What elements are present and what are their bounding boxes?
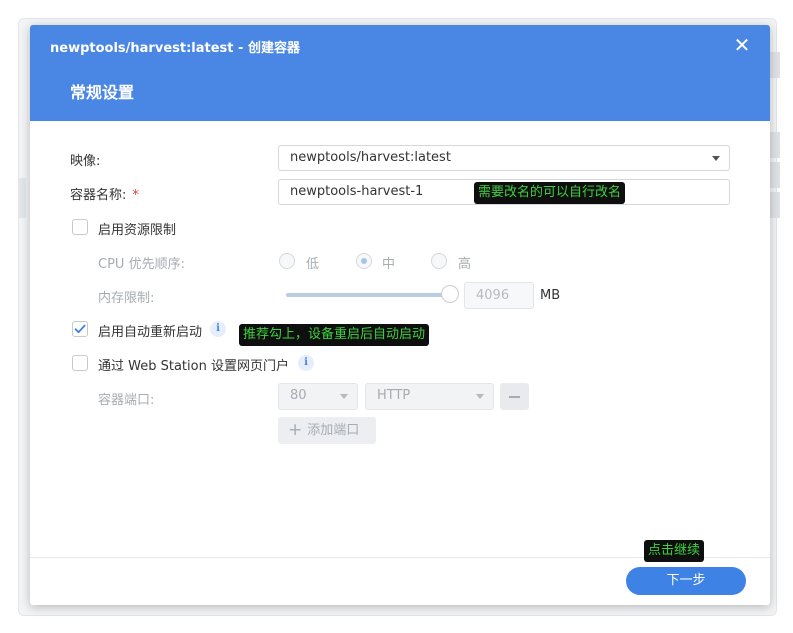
resource-limit-checkbox[interactable]: [72, 219, 88, 235]
dialog-header: newptools/harvest:latest - 创建容器 ✕ 常规设置: [30, 25, 770, 121]
cpu-priority-high-radio[interactable]: [431, 253, 447, 269]
chevron-down-icon: [712, 156, 720, 161]
create-container-dialog: newptools/harvest:latest - 创建容器 ✕ 常规设置 映…: [30, 25, 770, 605]
plus-icon: +: [288, 420, 303, 440]
cpu-priority-low-label: 低: [306, 257, 320, 272]
add-port-button[interactable]: + 添加端口: [278, 417, 376, 444]
auto-restart-label: 启用自动重新启动: [98, 325, 203, 340]
resource-limit-label: 启用资源限制: [98, 223, 177, 238]
remove-port-button[interactable]: [500, 383, 529, 410]
auto-restart-checkbox[interactable]: [72, 321, 88, 337]
memory-unit: MB: [540, 288, 561, 303]
memory-limit-label: 内存限制:: [98, 291, 155, 306]
memory-limit-input[interactable]: 4096: [464, 282, 534, 309]
cpu-priority-label: CPU 优先顺序:: [98, 257, 185, 272]
protocol-select[interactable]: HTTP: [365, 383, 494, 410]
background-sidebar-fragment: [18, 178, 26, 218]
background-table-fragment: [770, 52, 793, 222]
info-icon[interactable]: i: [210, 321, 226, 337]
memory-slider-track[interactable]: [286, 293, 450, 297]
chevron-down-icon: [340, 394, 348, 399]
required-marker: *: [132, 188, 139, 203]
container-port-label: 容器端口:: [98, 393, 155, 408]
protocol-value: HTTP: [377, 388, 411, 403]
annotation-rename-hint: 需要改名的可以自行改名: [474, 182, 626, 204]
web-station-label: 通过 Web Station 设置网页门户: [98, 359, 289, 374]
container-port-select[interactable]: 80: [278, 383, 358, 410]
memory-slider-handle[interactable]: [441, 285, 459, 303]
annotation-restart-hint: 推荐勾上，设备重启后自动启动: [239, 324, 430, 346]
container-name-label: 容器名称: *: [70, 184, 139, 203]
close-icon[interactable]: ✕: [730, 33, 754, 57]
next-button[interactable]: 下一步: [626, 567, 746, 595]
info-icon[interactable]: i: [298, 355, 314, 371]
image-select[interactable]: newptools/harvest:latest: [278, 145, 730, 171]
dialog-title: newptools/harvest:latest - 创建容器: [50, 41, 300, 56]
add-port-label: 添加端口: [307, 423, 360, 438]
memory-limit-value: 4096: [476, 288, 510, 303]
image-select-value: newptools/harvest:latest: [290, 150, 451, 165]
checkmark-icon: [74, 324, 86, 334]
container-name-value: newptools-harvest-1: [290, 184, 424, 199]
cpu-priority-medium-label: 中: [382, 257, 396, 272]
annotation-continue-hint: 点击继续: [644, 540, 705, 562]
section-title: 常规设置: [70, 83, 135, 102]
cpu-priority-high-label: 高: [458, 257, 472, 272]
web-station-checkbox[interactable]: [72, 355, 88, 371]
cpu-priority-low-radio[interactable]: [279, 253, 295, 269]
cpu-priority-medium-radio[interactable]: [356, 253, 372, 269]
container-name-label-text: 容器名称:: [70, 188, 127, 203]
container-port-value: 80: [290, 388, 307, 403]
chevron-down-icon: [476, 394, 484, 399]
image-label: 映像:: [70, 154, 101, 169]
